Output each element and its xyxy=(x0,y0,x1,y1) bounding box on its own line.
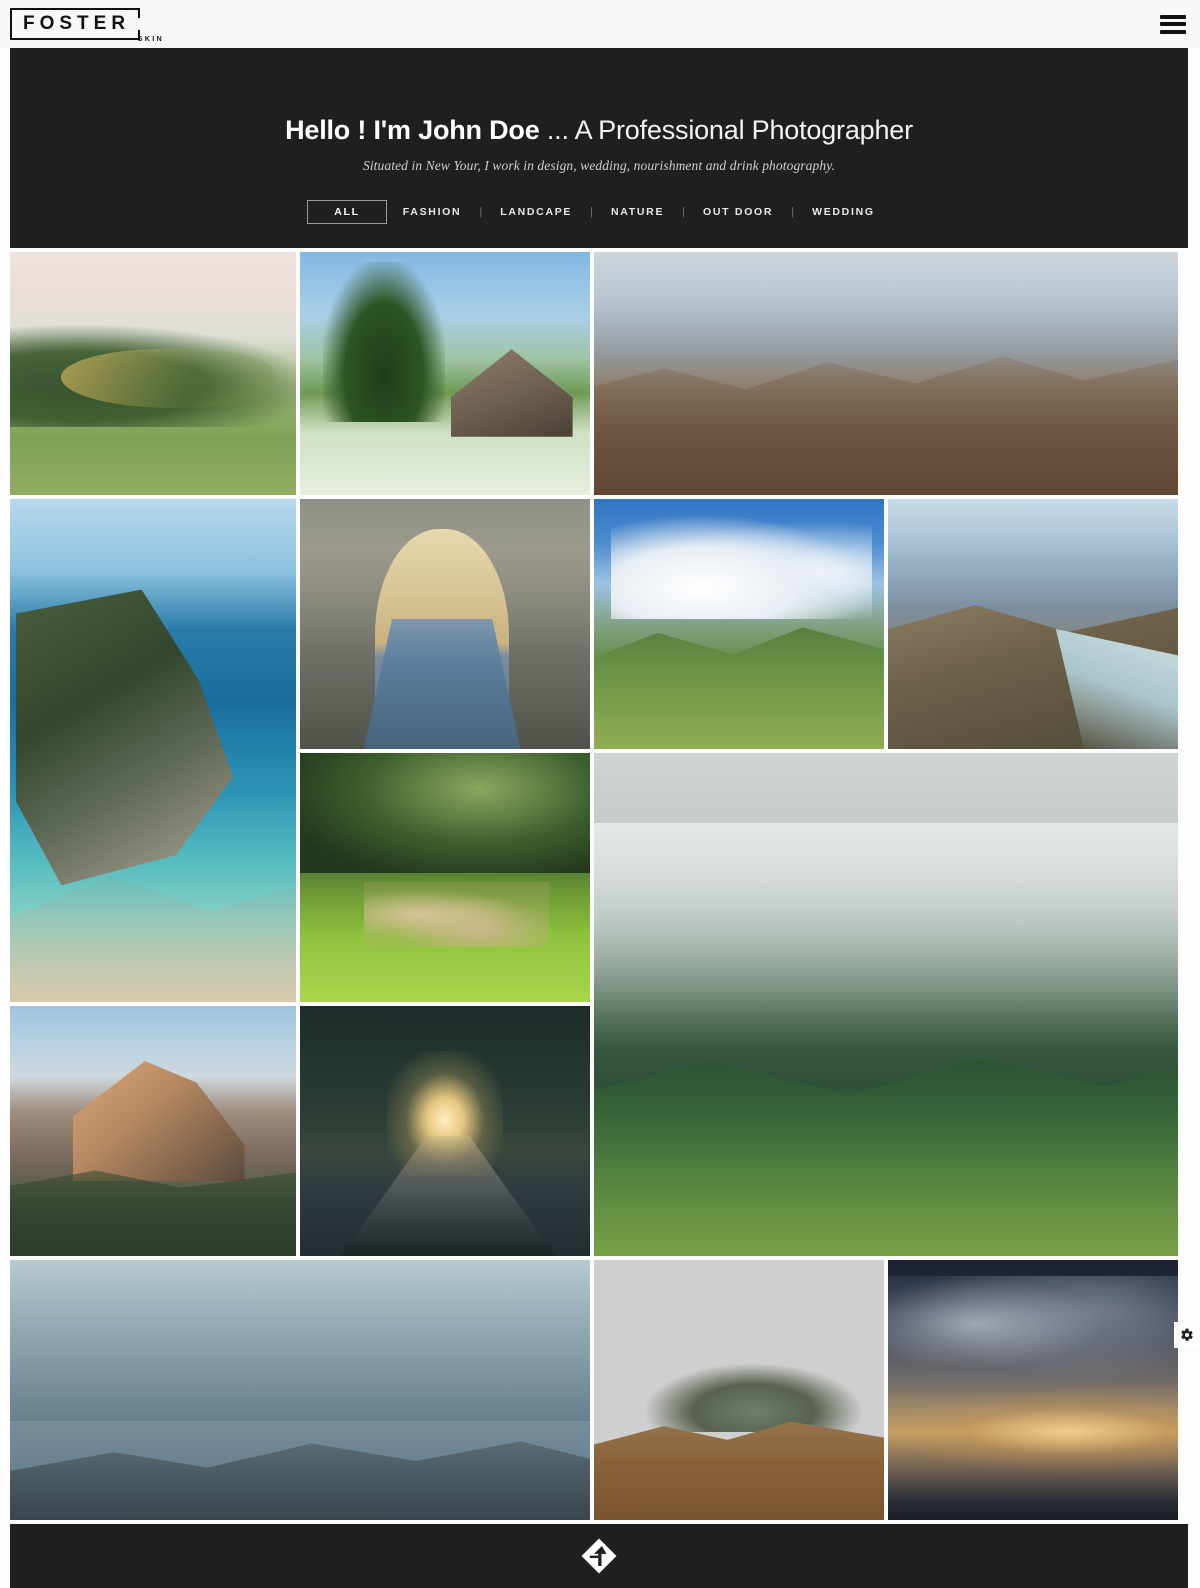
filter-tab-landcape[interactable]: LANDCAPE xyxy=(484,200,588,224)
filter-tab-wedding[interactable]: WEDDING xyxy=(796,200,891,224)
gallery-item-13[interactable] xyxy=(594,1260,884,1520)
hamburger-bar-1 xyxy=(1160,14,1186,19)
gallery-item-2[interactable] xyxy=(300,252,590,495)
hamburger-menu-icon[interactable] xyxy=(1160,14,1186,34)
hamburger-bar-3 xyxy=(1160,29,1186,34)
gallery-item-10[interactable] xyxy=(10,1006,296,1256)
hero-title-strong: Hello ! I'm John Doe xyxy=(285,115,540,145)
page-title: Hello ! I'm John Doe ... A Professional … xyxy=(10,114,1188,146)
gallery-item-5[interactable] xyxy=(300,499,590,749)
hamburger-bar-2 xyxy=(1160,22,1186,26)
gallery-item-7[interactable] xyxy=(888,499,1178,749)
filter-tab-out-door[interactable]: OUT DOOR xyxy=(687,200,789,224)
logo-subtitle: SKIN xyxy=(137,36,165,43)
gallery-image-12 xyxy=(10,1260,590,1520)
gallery-image-8 xyxy=(300,753,590,1002)
gallery-image-13 xyxy=(594,1260,884,1520)
filter-separator-1: | xyxy=(479,206,483,219)
gallery-item-8[interactable] xyxy=(300,753,590,1002)
gallery-item-11[interactable] xyxy=(300,1006,590,1256)
brand-logo[interactable]: FOSTER SKIN xyxy=(10,4,162,44)
gallery-item-3[interactable] xyxy=(594,252,1178,495)
hero-subtitle: Situated in New Your, I work in design, … xyxy=(362,158,836,174)
gallery-item-6[interactable] xyxy=(594,499,884,749)
gallery-item-1[interactable] xyxy=(10,252,296,495)
gallery-image-4 xyxy=(10,499,296,1002)
gallery-image-7 xyxy=(888,499,1178,749)
gear-icon[interactable] xyxy=(1174,1322,1200,1348)
gallery-image-3 xyxy=(594,252,1178,495)
gallery-image-9 xyxy=(594,753,1178,1256)
filter-separator-2: | xyxy=(590,206,593,219)
gallery-image-10 xyxy=(10,1006,296,1256)
logo-box: FOSTER xyxy=(10,8,141,40)
page-root: FOSTER SKIN Hello ! I'm John Doe ... A P… xyxy=(0,0,1200,1588)
diamond-f-logo-icon[interactable] xyxy=(579,1536,619,1576)
gallery-image-2 xyxy=(300,252,590,495)
gallery-item-9[interactable] xyxy=(594,753,1178,1256)
filter-tab-fashion[interactable]: FASHION xyxy=(387,200,478,224)
footer xyxy=(10,1524,1188,1588)
gallery-image-1 xyxy=(10,252,296,495)
hero-section: Hello ! I'm John Doe ... A Professional … xyxy=(10,48,1188,248)
filter-tab-nature[interactable]: NATURE xyxy=(595,200,680,224)
filter-separator-3: | xyxy=(682,206,686,219)
gallery-image-6 xyxy=(594,499,884,749)
gallery-item-4[interactable] xyxy=(10,499,296,1002)
gallery-grid xyxy=(10,252,1188,1520)
hero-title-rest: ... A Professional Photographer xyxy=(539,115,913,145)
top-bar: FOSTER SKIN xyxy=(0,0,1200,48)
logo-name: FOSTER xyxy=(23,13,131,34)
gallery-item-14[interactable] xyxy=(888,1260,1178,1520)
gallery-image-5 xyxy=(300,499,590,749)
filter-tab-all[interactable]: ALL xyxy=(307,200,387,225)
gallery-item-12[interactable] xyxy=(10,1260,590,1520)
gallery-image-11 xyxy=(300,1006,590,1256)
filter-tabs: ALL FASHION | LANDCAPE | NATURE | OUT DO… xyxy=(10,200,1188,225)
gallery-image-14 xyxy=(888,1260,1178,1520)
filter-separator-4: | xyxy=(791,206,795,219)
